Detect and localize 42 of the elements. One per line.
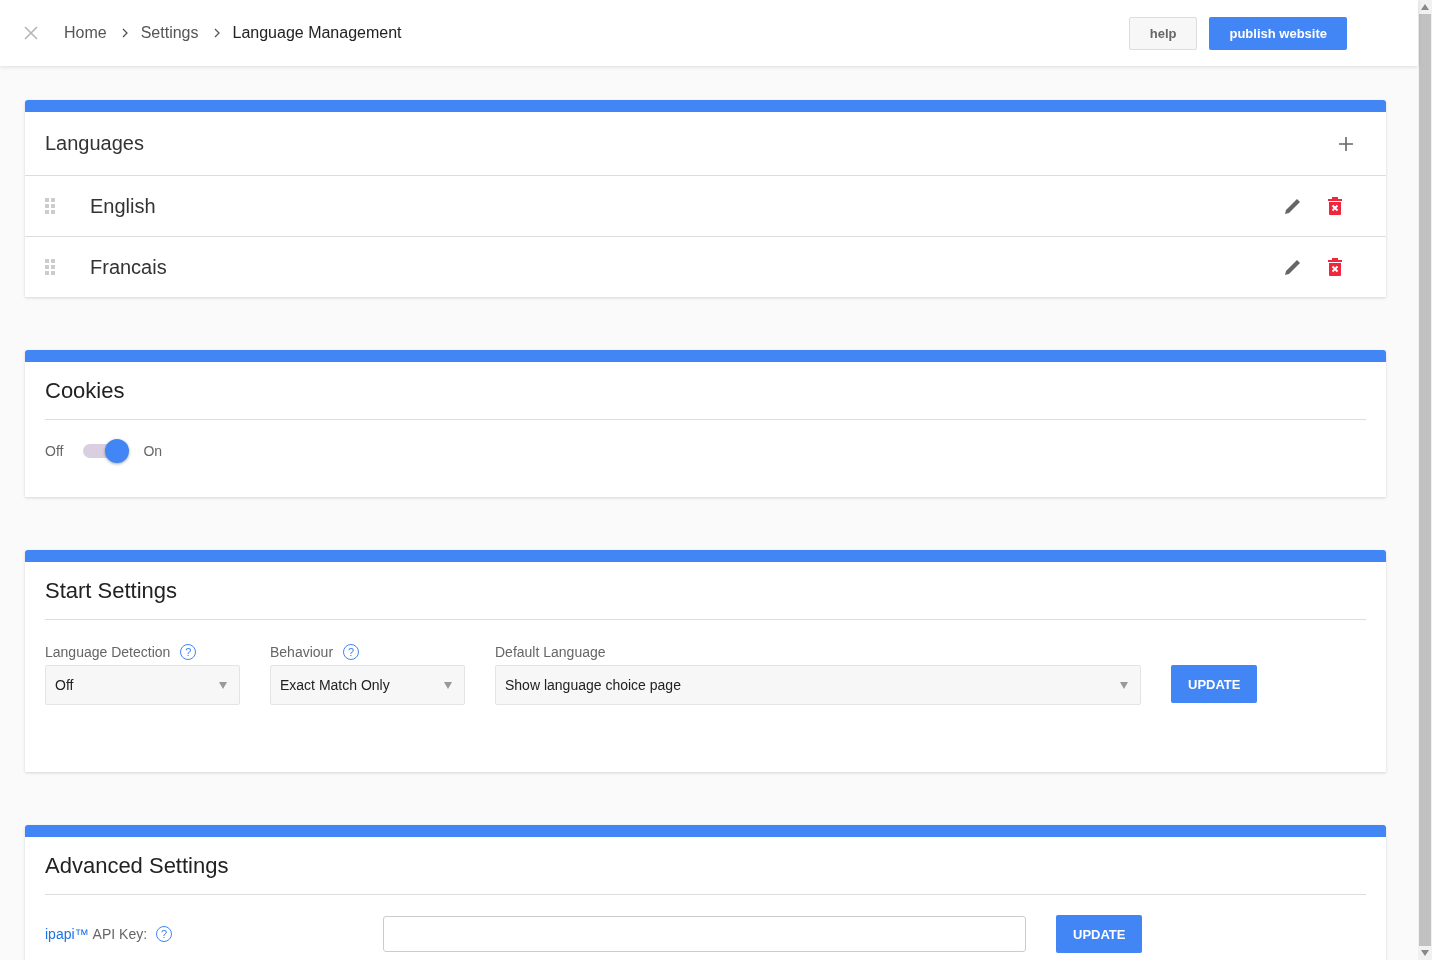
drag-handle-icon[interactable]: [45, 198, 55, 214]
update-button[interactable]: UPDATE: [1056, 915, 1143, 953]
drag-handle-icon[interactable]: [45, 259, 55, 275]
api-key-label: API Key:: [92, 926, 148, 942]
edit-icon[interactable]: [1283, 196, 1303, 216]
update-button[interactable]: UPDATE: [1171, 665, 1258, 703]
language-name: Francais: [90, 255, 168, 279]
scroll-up-icon[interactable]: [1421, 4, 1429, 10]
scrollbar[interactable]: [1418, 0, 1432, 960]
cookies-toggle[interactable]: [83, 439, 130, 463]
dropdown[interactable]: Exact Match Only: [270, 665, 465, 705]
delete-icon[interactable]: [1328, 197, 1342, 215]
field-label: Language Detection: [45, 644, 171, 660]
close-icon[interactable]: [24, 26, 38, 40]
card-title: Languages: [45, 132, 145, 155]
dropdown-arrow-icon: [1120, 681, 1128, 689]
publish-button[interactable]: publish website: [1209, 16, 1347, 50]
help-button[interactable]: help: [1128, 16, 1198, 50]
ipapi-link[interactable]: ipapi™: [45, 926, 89, 942]
on-label: On: [143, 443, 163, 459]
edit-icon[interactable]: [1283, 257, 1303, 277]
dropdown-arrow-icon: [219, 681, 227, 689]
scroll-down-icon[interactable]: [1421, 950, 1429, 956]
dropdown[interactable]: Off: [45, 665, 240, 705]
breadcrumb-link[interactable]: Language Management: [232, 24, 402, 42]
api-key-field[interactable]: [383, 916, 1026, 952]
card-title: Cookies: [45, 376, 126, 405]
dropdown[interactable]: Show language choice page: [495, 665, 1141, 705]
card-title: Start Settings: [45, 576, 179, 605]
chevron-icon: [213, 28, 220, 38]
field-label: Behaviour: [270, 644, 334, 660]
chevron-icon: [121, 28, 128, 38]
field-label: Default Language: [495, 644, 606, 660]
dropdown-arrow-icon: [444, 681, 452, 689]
card-title: Advanced Settings: [45, 851, 230, 880]
off-label: Off: [45, 443, 64, 459]
scrollbar-thumb[interactable]: [1419, 14, 1431, 946]
add-icon[interactable]: [1338, 135, 1354, 152]
breadcrumb-link[interactable]: Settings: [140, 24, 199, 42]
breadcrumb-link[interactable]: Home: [64, 24, 107, 42]
language-name: English: [90, 194, 157, 218]
delete-icon[interactable]: [1328, 258, 1342, 276]
